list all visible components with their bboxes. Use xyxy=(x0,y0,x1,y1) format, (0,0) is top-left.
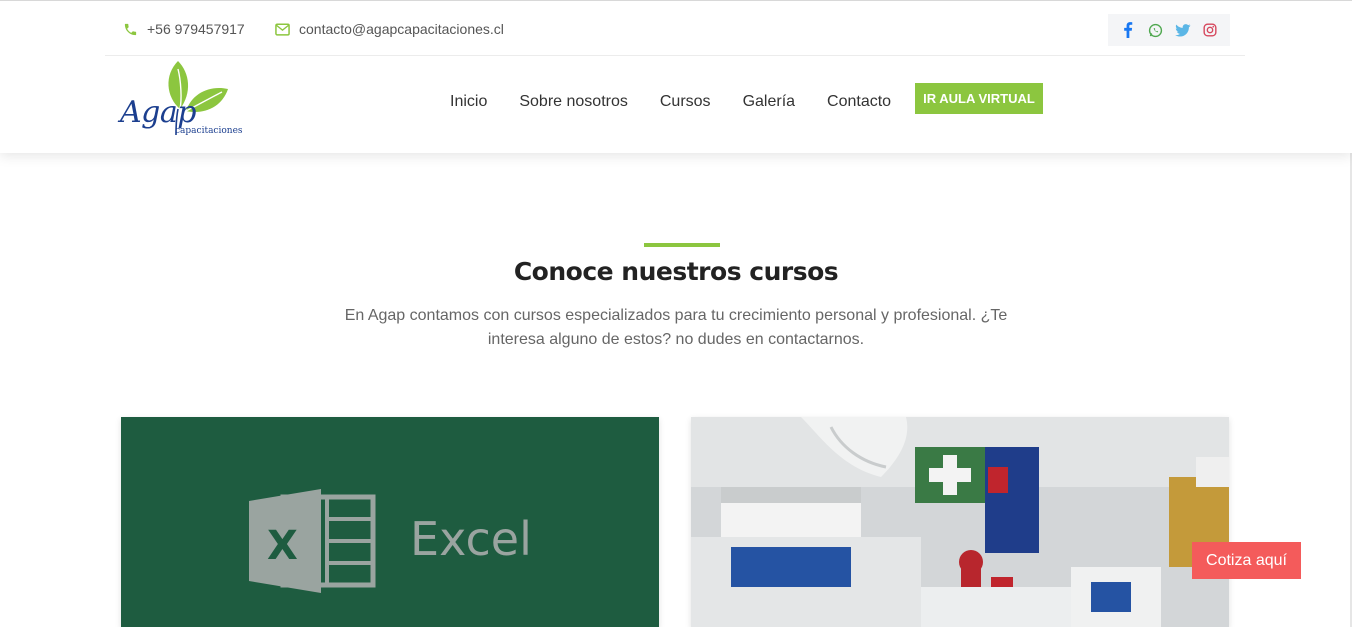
top-bar: +56 979457917 contacto@agapcapacitacione… xyxy=(105,1,1245,56)
nav-galeria[interactable]: Galería xyxy=(743,93,795,111)
cotiza-aqui-button[interactable]: Cotiza aquí xyxy=(1192,542,1301,579)
envelope-icon xyxy=(275,22,290,36)
email-contact[interactable]: contacto@agapcapacitaciones.cl xyxy=(275,21,504,37)
nav-inicio[interactable]: Inicio xyxy=(450,93,487,111)
section-accent-line xyxy=(644,243,720,247)
course-card-first-aid[interactable] xyxy=(691,417,1229,627)
excel-wordmark: Excel xyxy=(410,512,532,566)
aula-virtual-button[interactable]: IR AULA VIRTUAL xyxy=(915,83,1043,114)
nav-sobre-nosotros[interactable]: Sobre nosotros xyxy=(519,93,628,111)
email-address: contacto@agapcapacitaciones.cl xyxy=(299,21,504,37)
phone-contact[interactable]: +56 979457917 xyxy=(123,21,245,37)
section-title: Conoce nuestros cursos xyxy=(513,257,839,286)
facebook-icon[interactable] xyxy=(1117,19,1139,41)
nav-contacto[interactable]: Contacto xyxy=(827,93,891,111)
course-card-excel[interactable]: X Excel xyxy=(121,417,659,627)
excel-logo-icon: X xyxy=(249,489,376,593)
agap-logo[interactable]: Agap capacitaciones xyxy=(118,59,248,141)
instagram-icon[interactable] xyxy=(1199,19,1221,41)
site-header: +56 979457917 contacto@agapcapacitacione… xyxy=(0,1,1352,153)
logo-wordmark: Agap xyxy=(120,95,196,130)
section-description: En Agap contamos con cursos especializad… xyxy=(344,307,1008,348)
phone-number: +56 979457917 xyxy=(147,21,245,37)
phone-icon xyxy=(124,23,137,35)
page: +56 979457917 contacto@agapcapacitacione… xyxy=(0,0,1352,627)
whatsapp-icon[interactable] xyxy=(1144,19,1166,41)
social-links xyxy=(1108,14,1230,46)
svg-text:X: X xyxy=(267,523,298,569)
nav-cursos[interactable]: Cursos xyxy=(660,93,711,111)
twitter-icon[interactable] xyxy=(1172,19,1194,41)
logo-subtitle: capacitaciones xyxy=(175,126,243,136)
main-nav: Inicio Sobre nosotros Cursos Galería Con… xyxy=(450,93,923,111)
first-aid-kit-image xyxy=(691,417,1229,627)
